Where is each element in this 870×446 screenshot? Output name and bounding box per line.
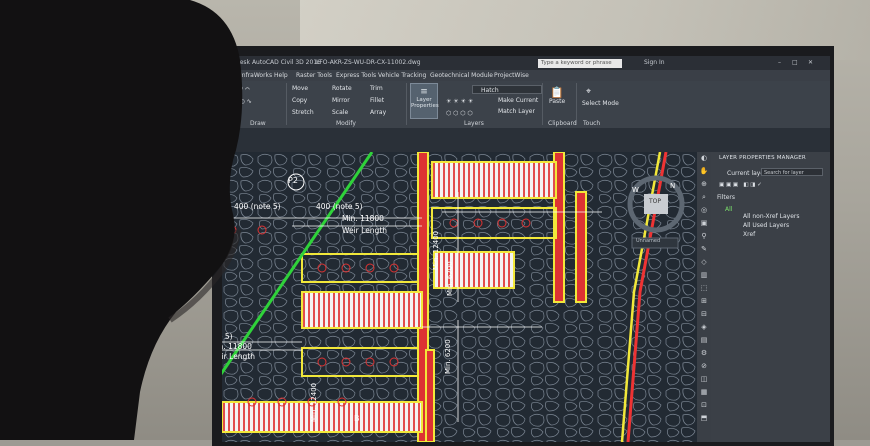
panel-draw[interactable]: Draw <box>250 120 266 127</box>
min-length-label: Min. 11800 <box>222 342 252 351</box>
array-button[interactable]: Array <box>370 109 386 116</box>
note-label: 400 (note 5) <box>316 202 363 211</box>
panel-touch[interactable]: Touch <box>583 120 600 127</box>
cad-drawing <box>222 152 698 442</box>
panel-clipboard[interactable]: Clipboard <box>548 120 577 127</box>
dimension-label: Min. 12400 <box>310 382 318 422</box>
dimension-label: Min. 6200 <box>446 261 454 296</box>
close-icon[interactable]: ✕ <box>808 56 813 70</box>
menu-item-geotechnical[interactable]: Geotechnical Module <box>430 70 493 81</box>
clipboard-icon: 📋 <box>550 86 564 99</box>
filter-tree-all[interactable]: All <box>725 206 732 213</box>
file-name: LFO-AKR-ZS-WU-DR-CX-11002.dwg <box>316 59 421 66</box>
app-title: Autodesk AutoCAD Civil 3D 2016 <box>222 59 321 66</box>
sign-in-link[interactable]: Sign In <box>644 56 665 70</box>
minimize-icon[interactable]: – <box>778 56 781 70</box>
layer-tools-icons[interactable]: ☀ ☀ ☀ ☀ <box>446 98 473 105</box>
layer-search-input[interactable]: Search for layer <box>761 168 823 176</box>
ribbon-separator <box>576 83 577 125</box>
ucs-dropdown[interactable]: Unnamed <box>636 238 660 244</box>
draw-tools-icon-2[interactable]: ▭ ◐ ∿ <box>232 98 252 105</box>
filter-tree-used[interactable]: All Used Layers <box>743 222 789 229</box>
panel-layers[interactable]: Layers <box>464 120 484 127</box>
panel-toolbar-icons[interactable]: ▣ ▣ ▣ ◧ ◨ ✓ <box>719 182 762 188</box>
ribbon-separator <box>406 83 407 125</box>
drawing-canvas[interactable]: P2 400 (note 5) 400 (note 5) Min. 11800 … <box>222 152 698 442</box>
search-input[interactable]: Type a keyword or phrase <box>538 59 622 68</box>
ribbon-separator <box>542 83 543 125</box>
layer-dropdown[interactable]: Hatch <box>472 85 542 94</box>
weir-length-label: Weir Length <box>342 226 388 235</box>
weir-length-label: Weir Length <box>222 352 256 361</box>
draw-tools-icon[interactable]: ⟋ ⊙ ⌒ <box>232 85 250 93</box>
layer-properties-label: Layer Properties <box>411 97 439 109</box>
layer-tools-icons-2[interactable]: ⬡ ⬡ ⬡ ⬡ <box>446 110 473 117</box>
menu-item-help[interactable]: Help <box>274 70 288 81</box>
nav-tools-icons[interactable]: ◐ ✋ ⊕ ⌕ ◎ ▣ ⚲ ✎ ◇ ▥ ⬚ ⊞ ⊟ ◈ ▤ ⚙ ⊘ ◫ ▦ ⊡ ⬒ <box>697 152 711 425</box>
ribbon-separator <box>286 83 287 125</box>
copy-button[interactable]: Copy <box>292 97 307 104</box>
canvas-header <box>218 128 830 152</box>
mirror-button[interactable]: Mirror <box>332 97 350 104</box>
filter-tree-xref[interactable]: Xref <box>743 231 755 238</box>
maximize-icon[interactable]: □ <box>792 56 798 70</box>
select-mode-button[interactable]: Select Mode <box>582 100 619 107</box>
panel-title: LAYER PROPERTIES MANAGER <box>719 155 806 161</box>
layer-stack-icon: ≡ <box>420 87 428 97</box>
menu-item-express-tools[interactable]: Express Tools <box>336 70 376 81</box>
trim-button[interactable]: Trim <box>370 85 383 92</box>
scale-button[interactable]: Scale <box>332 109 348 116</box>
menu-item-raster-tools[interactable]: Raster Tools <box>296 70 332 81</box>
stretch-button[interactable]: Stretch <box>292 109 314 116</box>
layer-properties-panel: LAYER PROPERTIES MANAGER Current layer S… <box>711 152 830 442</box>
note-label: 400 (note 5) <box>222 332 233 341</box>
viewcube-top[interactable]: TOP <box>649 198 661 205</box>
menu-bar: desk InfraWorks Help Raster Tools Expres… <box>218 70 830 81</box>
dimension-label: Min. 12400 <box>432 230 440 270</box>
menu-item-vehicle-tracking[interactable]: Vehicle Tracking <box>378 70 426 81</box>
section-b-label: B <box>354 414 360 423</box>
compass-n: N <box>670 182 676 190</box>
filter-tree-non-xref[interactable]: All non-Xref Layers <box>743 213 800 220</box>
rotate-button[interactable]: Rotate <box>332 85 352 92</box>
min-length-label: Min. 11800 <box>342 214 384 223</box>
dimension-label: Min. 6200 <box>444 339 452 374</box>
paste-button[interactable]: Paste <box>549 98 565 105</box>
panel-modify[interactable]: Modify <box>336 120 356 127</box>
make-current-button[interactable]: Make Current <box>498 97 538 104</box>
filters-heading: Filters <box>717 194 735 201</box>
fillet-button[interactable]: Fillet <box>370 97 384 104</box>
cursor-icon: ⌖ <box>586 87 592 97</box>
move-button[interactable]: Move <box>292 85 308 92</box>
menu-item-infraworks[interactable]: desk InfraWorks <box>224 70 272 81</box>
compass-w: W <box>632 186 639 194</box>
layer-properties-button[interactable]: ≡ Layer Properties <box>410 83 439 119</box>
match-layer-button[interactable]: Match Layer <box>498 108 535 115</box>
menu-item-projectwise[interactable]: ProjectWise <box>494 70 529 81</box>
nav-toolbar: ◐ ✋ ⊕ ⌕ ◎ ▣ ⚲ ✎ ◇ ▥ ⬚ ⊞ ⊟ ◈ ▤ ⚙ ⊘ ◫ ▦ ⊡ ⬒ <box>697 152 711 442</box>
note-label: 400 (note 5) <box>234 202 281 211</box>
title-bar: Autodesk AutoCAD Civil 3D 2016 LFO-AKR-Z… <box>218 56 830 70</box>
p2-label: P2 <box>288 176 298 185</box>
